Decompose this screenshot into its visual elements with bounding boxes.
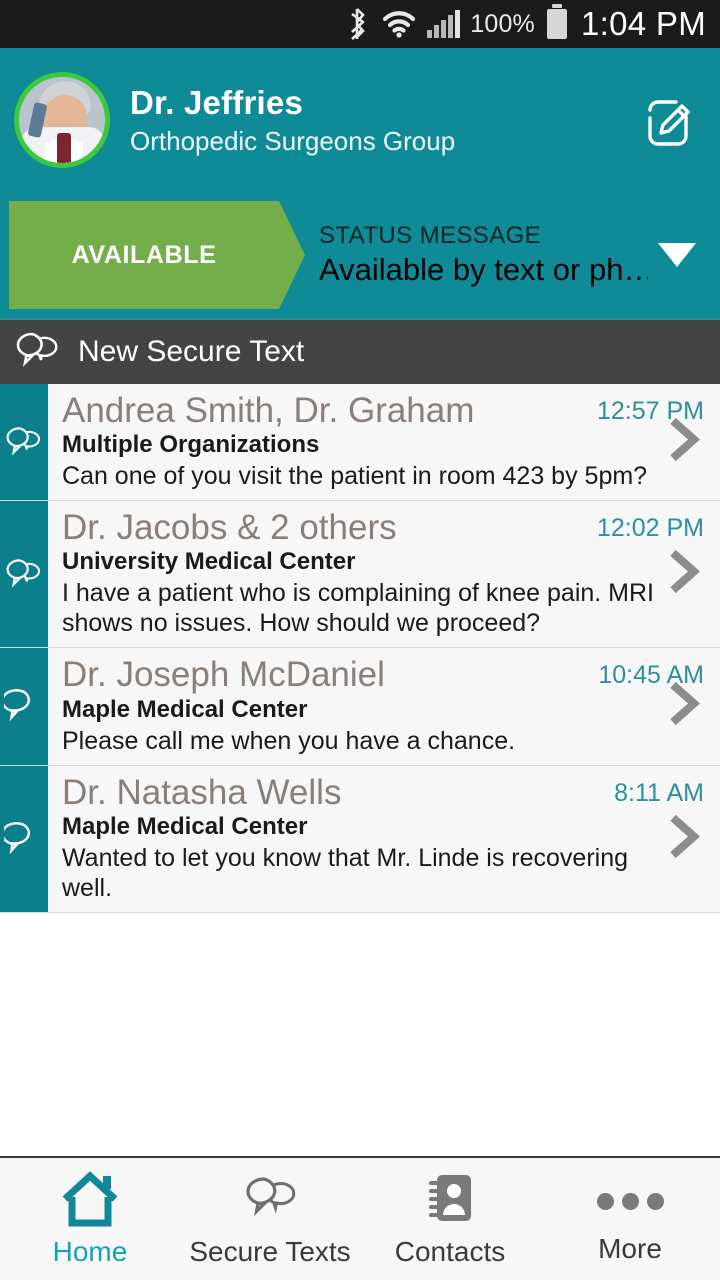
list-item-top: Dr. Joseph McDaniel 10:45 AM [62,655,720,694]
status-message-label: STATUS MESSAGE [319,222,542,249]
chevron-right-icon [668,812,702,865]
profile-text-block: Dr. Jeffries Orthopedic Surgeons Group [130,84,455,157]
availability-bar[interactable]: AVAILABLE STATUS MESSAGE Available by te… [0,192,720,318]
battery-full-icon [547,4,567,39]
conversation-organization: Multiple Organizations [62,431,320,459]
page-title: Dr. Jeffries [130,83,303,121]
conversation-name: Dr. Jacobs & 2 others [62,508,397,548]
bottom-navigation: Home Secure Texts Contacts More [0,1156,720,1280]
conversation-organization: Maple Medical Center [62,812,308,840]
availability-badge[interactable]: AVAILABLE [9,201,305,309]
list-item[interactable]: Dr. Natasha Wells 8:11 AM Maple Medical … [0,765,720,913]
chevron-right-icon [668,548,702,601]
group-chat-bubbles-icon [0,501,48,648]
tab-secure-texts-label: Secure Texts [189,1235,351,1267]
conversation-name: Andrea Smith, Dr. Graham [62,391,475,430]
tab-contacts[interactable]: Contacts [360,1171,540,1268]
chevron-right-icon [668,680,702,733]
clock-label: 1:04 PM [581,5,706,42]
avatar-tie [57,133,71,163]
battery-percent-label: 100% [470,9,535,38]
conversation-name: Dr. Joseph McDaniel [62,655,385,695]
more-dots-icon [596,1173,664,1229]
status-message-block[interactable]: STATUS MESSAGE Available by text or ph… [319,222,648,288]
conversation-preview: I have a patient who is complaining of k… [62,579,655,638]
signal-bars-icon [427,10,461,38]
conversation-list: Andrea Smith, Dr. Graham 12:57 PM Multip… [0,384,720,1156]
conversation-time: 8:11 AM [614,778,704,807]
list-item-body: Dr. Joseph McDaniel 10:45 AM Maple Medic… [48,648,720,764]
list-item-body: Dr. Natasha Wells 8:11 AM Maple Medical … [48,766,720,912]
group-chat-bubbles-icon [0,384,48,501]
conversation-preview: Wanted to let you know that Mr. Linde is… [62,843,629,902]
bluetooth-icon [345,7,371,41]
chat-bubbles-icon [239,1171,301,1232]
app-screen: 100% 1:04 PM Dr. Jeffries Orthopedic Sur… [0,0,720,1280]
organization-label: Orthopedic Surgeons Group [130,125,456,156]
group-chat-bubbles-icon [14,328,62,377]
home-icon [59,1170,121,1232]
tab-more[interactable]: More [540,1173,720,1265]
new-secure-text-label: New Secure Text [78,335,305,368]
chevron-down-icon[interactable] [658,243,696,267]
profile-header: Dr. Jeffries Orthopedic Surgeons Group [0,48,720,192]
tab-secure-texts[interactable]: Secure Texts [180,1171,360,1268]
chat-bubble-icon [0,648,48,765]
list-item-top: Dr. Jacobs & 2 others 12:02 PM [62,508,720,547]
tab-home[interactable]: Home [0,1170,180,1268]
conversation-organization: Maple Medical Center [62,695,308,723]
tab-more-label: More [598,1233,662,1264]
system-status-bar: 100% 1:04 PM [0,0,720,48]
conversation-organization: University Medical Center [62,548,356,576]
availability-arrow [279,201,305,309]
tab-contacts-label: Contacts [394,1235,506,1267]
wifi-icon [381,9,417,39]
conversation-preview: Can one of you visit the patient in room… [62,462,648,491]
conversation-preview: Please call me when you have a chance. [62,726,516,755]
list-item[interactable]: Andrea Smith, Dr. Graham 12:57 PM Multip… [0,384,720,502]
availability-label: AVAILABLE [9,201,279,309]
list-item-body: Dr. Jacobs & 2 others 12:02 PM Universit… [48,501,720,647]
conversation-time: 12:02 PM [596,514,704,543]
list-item[interactable]: Dr. Joseph McDaniel 10:45 AM Maple Medic… [0,648,720,766]
avatar[interactable] [14,72,110,168]
list-item-top: Dr. Natasha Wells 8:11 AM [62,773,720,812]
conversation-name: Dr. Natasha Wells [62,772,342,812]
new-secure-text-button[interactable]: New Secure Text [0,318,720,384]
list-item-body: Andrea Smith, Dr. Graham 12:57 PM Multip… [48,384,720,500]
avatar-photo [19,77,105,163]
status-message-value: Available by text or ph… [319,252,648,287]
chevron-right-icon [668,416,702,469]
compose-edit-icon[interactable] [638,90,698,150]
chat-bubble-icon [0,765,48,912]
list-item-top: Andrea Smith, Dr. Graham 12:57 PM [62,391,720,430]
address-book-icon [419,1171,481,1232]
tab-home-label: Home [52,1235,128,1267]
list-item[interactable]: Dr. Jacobs & 2 others 12:02 PM Universit… [0,501,720,649]
